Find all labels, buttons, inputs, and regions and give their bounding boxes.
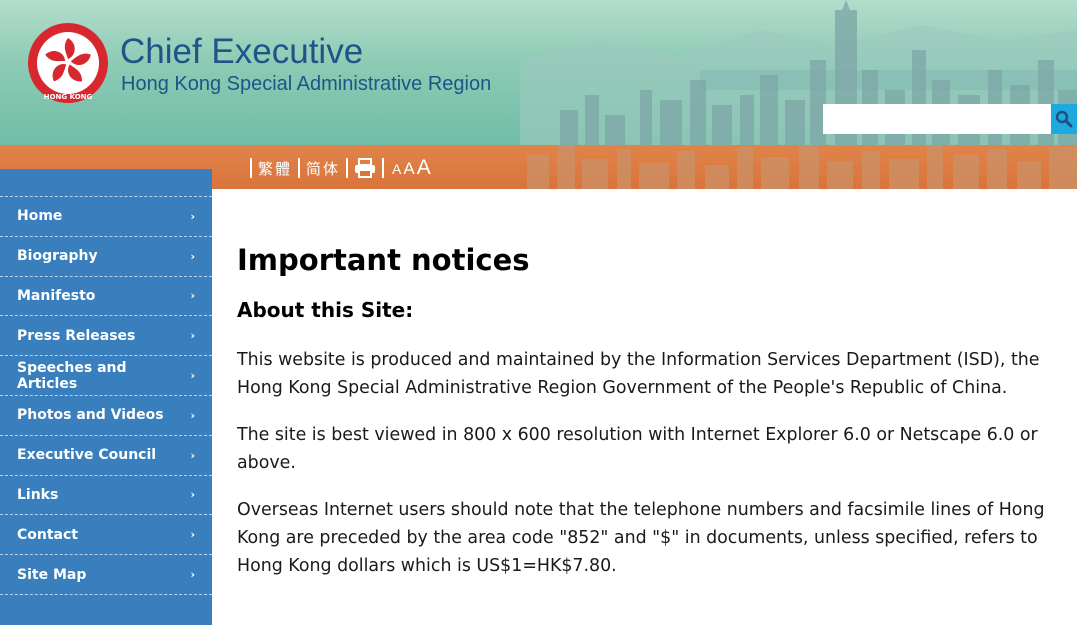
font-size-small-button[interactable]: A: [392, 161, 401, 177]
separator: [250, 158, 252, 178]
notice-paragraph: Overseas Internet users should note that…: [237, 500, 1045, 576]
site-subtitle: Hong Kong Special Administrative Region: [121, 73, 492, 95]
sidebar-item-manifesto[interactable]: Manifesto ›: [0, 277, 212, 317]
sidebar-item-label: Home: [17, 208, 63, 225]
sidebar-item-label: Press Releases: [17, 327, 136, 344]
sidebar-item-label: Links: [17, 486, 59, 503]
sidebar-item-home[interactable]: Home ›: [0, 197, 212, 237]
sidebar-item-biography[interactable]: Biography ›: [0, 237, 212, 277]
emblem-text: HONG KONG: [44, 93, 93, 101]
notice-paragraph: This website is produced and maintained …: [237, 350, 1040, 398]
sidebar-header-spacer: [0, 169, 212, 197]
chevron-right-icon: ›: [190, 568, 195, 582]
chevron-right-icon: ›: [190, 528, 195, 542]
sidebar-item-label: Biography: [17, 248, 98, 265]
sidebar-item-speeches-and-articles[interactable]: Speeches and Articles ›: [0, 356, 212, 396]
sidebar-item-label: Contact: [17, 526, 78, 543]
font-size-controls: A A A: [392, 156, 433, 180]
sidebar-item-executive-council[interactable]: Executive Council ›: [0, 436, 212, 476]
search-icon: [1055, 110, 1073, 128]
chevron-right-icon: ›: [190, 448, 195, 462]
simplified-chinese-link[interactable]: 简体: [306, 158, 340, 179]
main-content: Important notices About this Site: This …: [237, 240, 1067, 580]
sidebar-item-label: Executive Council: [17, 447, 157, 464]
page-title: Important notices: [237, 243, 530, 277]
sidebar-item-photos-and-videos[interactable]: Photos and Videos ›: [0, 396, 212, 436]
sidebar-nav: Home › Biography › Manifesto › Press Rel…: [0, 169, 212, 625]
sidebar-item-links[interactable]: Links ›: [0, 476, 212, 516]
separator: [382, 158, 385, 178]
notice-paragraph: The site is best viewed in 800 x 600 res…: [237, 425, 1038, 473]
hksar-emblem-logo: HONG KONG: [28, 23, 108, 103]
print-icon[interactable]: [354, 158, 376, 178]
section-heading: About this Site:: [237, 298, 414, 322]
tool-links: 繁體 简体 A A A: [244, 156, 433, 180]
font-size-large-button[interactable]: A: [417, 156, 431, 180]
chevron-right-icon: ›: [190, 289, 195, 303]
chevron-right-icon: ›: [190, 408, 195, 422]
search-button[interactable]: [1051, 104, 1077, 134]
chevron-right-icon: ›: [190, 249, 195, 263]
site-header: HONG KONG Chief Executive Hong Kong Spec…: [0, 0, 1077, 145]
sidebar-item-site-map[interactable]: Site Map ›: [0, 555, 212, 595]
site-title: Chief Executive: [120, 32, 364, 71]
separator: [298, 158, 301, 178]
sidebar-item-label: Photos and Videos: [17, 407, 164, 424]
chevron-right-icon: ›: [190, 329, 195, 343]
font-size-medium-button[interactable]: A: [403, 159, 414, 179]
chevron-right-icon: ›: [190, 369, 195, 383]
search-input[interactable]: [823, 104, 1051, 134]
traditional-chinese-link[interactable]: 繁體: [258, 158, 292, 179]
sidebar-item-label: Manifesto: [17, 287, 96, 304]
chevron-right-icon: ›: [190, 209, 195, 223]
sidebar-item-label: Speeches and Articles: [17, 359, 127, 392]
sidebar-item-label: Site Map: [17, 566, 87, 583]
city-buildings-image: [527, 145, 1077, 189]
sidebar-item-press-releases[interactable]: Press Releases ›: [0, 316, 212, 357]
chevron-right-icon: ›: [190, 488, 195, 502]
sidebar-item-contact[interactable]: Contact ›: [0, 515, 212, 556]
separator: [346, 158, 349, 178]
